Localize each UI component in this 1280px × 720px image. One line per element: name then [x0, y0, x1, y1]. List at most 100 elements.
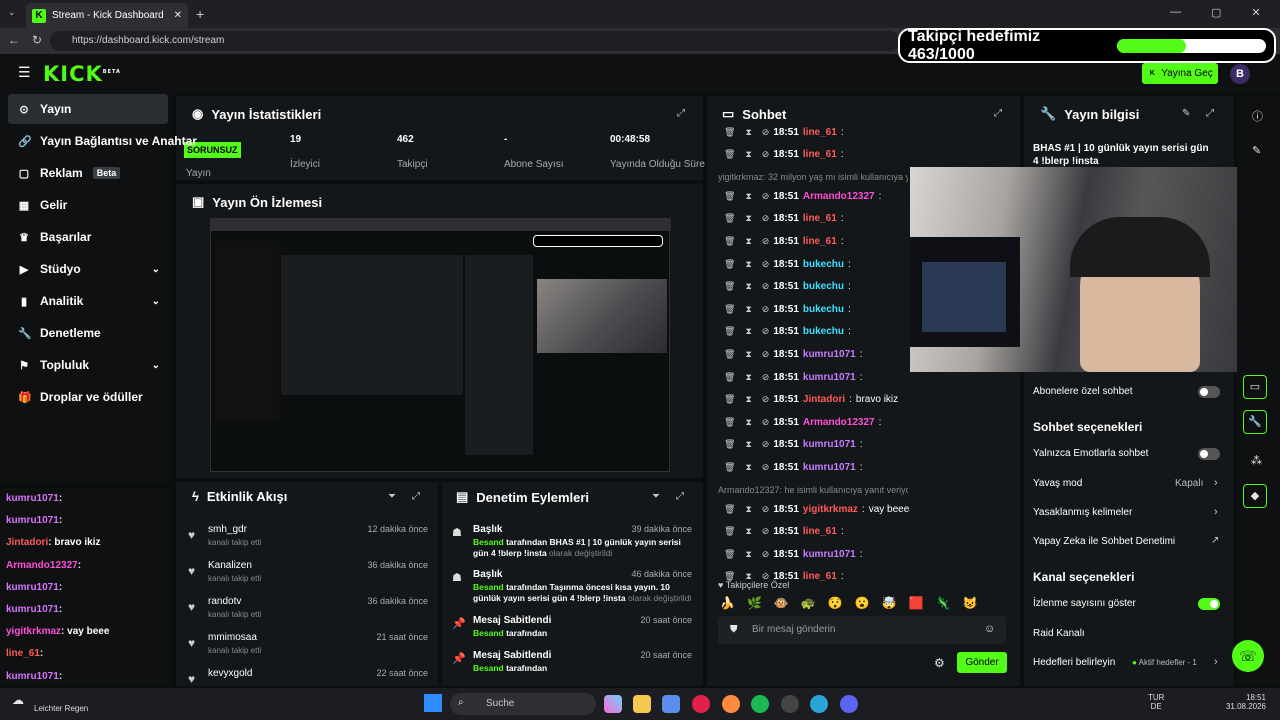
edge-icon[interactable] — [810, 695, 828, 713]
delete-icon[interactable]: 🗑 — [724, 127, 735, 138]
back-icon[interactable]: ← — [8, 33, 20, 47]
chat-username[interactable]: kumru1071 — [803, 549, 856, 560]
app-icon[interactable] — [722, 695, 740, 713]
delete-icon[interactable]: 🗑 — [724, 526, 735, 537]
reload-icon[interactable]: ↻ — [32, 33, 42, 47]
chat-message[interactable]: 🗑 ⧗ ⊘ 18:51 kumru1071: — [724, 367, 866, 387]
avatar[interactable]: B — [1230, 64, 1250, 84]
chat-message[interactable]: 🗑 ⧗ ⊘ 18:51 Jintadori: bravo ikiz — [724, 390, 898, 410]
filter-moderation-icon[interactable]: ⏷ — [652, 491, 660, 502]
delete-icon[interactable]: 🗑 — [724, 213, 735, 224]
chevron-down-icon[interactable]: ⌄ — [152, 264, 160, 275]
sidebar-item-4[interactable]: ♛ Başarılar — [8, 222, 168, 252]
chat-message[interactable]: 🗑 ⧗ ⊘ 18:51 kumru1071: — [724, 435, 866, 455]
delete-icon[interactable]: 🗑 — [724, 417, 735, 428]
drops-icon[interactable]: ◆ — [1243, 484, 1267, 508]
chat-message[interactable]: 🗑 ⧗ ⊘ 18:51 yigitkrkmaz: vay beee — [724, 499, 909, 519]
copilot-icon[interactable] — [604, 695, 622, 713]
sidebar-item-6[interactable]: ▮ Analitik ⌄ — [8, 286, 168, 316]
chat-username[interactable]: line_61 — [803, 571, 837, 582]
chat-message[interactable]: 🗑 ⧗ ⊘ 18:51 line_61: — [724, 522, 848, 542]
sidebar-item-7[interactable]: 🔧 Denetleme — [8, 318, 168, 348]
expand-stats-icon[interactable]: ⤢ — [677, 108, 685, 119]
wrench-tool-icon[interactable]: 🔧 — [1243, 410, 1267, 434]
sidebar-item-8[interactable]: ⚑ Topluluk ⌄ — [8, 350, 168, 380]
info-icon[interactable]: ⓘ — [1252, 108, 1263, 124]
stream-preview[interactable] — [210, 218, 671, 472]
start-icon[interactable] — [424, 694, 442, 712]
spotify-icon[interactable] — [751, 695, 769, 713]
chat-username[interactable]: bukechu — [803, 259, 844, 270]
chat-username[interactable]: bukechu — [803, 281, 844, 292]
timeout-icon[interactable]: ⧗ — [745, 417, 751, 428]
timeout-icon[interactable]: ⧗ — [745, 549, 751, 560]
chat-username[interactable]: kumru1071 — [803, 439, 856, 450]
discord-icon[interactable] — [840, 695, 858, 713]
chat-username[interactable]: bukechu — [803, 326, 844, 337]
folder-icon[interactable] — [633, 695, 651, 713]
timeout-icon[interactable]: ⧗ — [745, 504, 751, 515]
chat-settings-icon[interactable]: ⚙ — [934, 656, 945, 670]
chat-message[interactable]: 🗑 ⧗ ⊘ 18:51 line_61: — [724, 567, 848, 587]
expand-activity-icon[interactable]: ⤢ — [412, 491, 420, 502]
delete-icon[interactable]: 🗑 — [724, 349, 735, 360]
chat-username[interactable]: line_61 — [803, 236, 837, 247]
sidebar-item-2[interactable]: ▢ Reklam Beta — [8, 158, 168, 188]
timeout-icon[interactable]: ⧗ — [745, 213, 751, 224]
kick-logo[interactable]: KICKBETA — [43, 62, 121, 86]
chat-username[interactable]: line_61 — [803, 127, 837, 138]
raid-row[interactable]: Raid Kanalı — [1033, 628, 1085, 639]
chat-input[interactable]: ⛊ Bir mesaj gönderin ☺ — [718, 616, 1006, 644]
menu-icon[interactable]: ☰ — [18, 64, 31, 81]
timeout-icon[interactable]: ⧗ — [745, 191, 751, 202]
delete-icon[interactable]: 🗑 — [724, 462, 735, 473]
sidebar-item-1[interactable]: 🔗 Yayın Bağlantısı ve Anahtar — [8, 126, 197, 156]
timeout-icon[interactable]: ⧗ — [745, 462, 751, 473]
sidebar-item-9[interactable]: 🎁 Droplar ve ödüller — [8, 382, 168, 412]
timeout-icon[interactable]: ⧗ — [745, 259, 751, 270]
chat-message[interactable]: 🗑 ⧗ ⊘ 18:51 line_61: — [724, 231, 848, 251]
chat-message[interactable]: 🗑 ⧗ ⊘ 18:51 bukechu: — [724, 322, 855, 342]
timeout-icon[interactable]: ⧗ — [745, 149, 751, 160]
delete-icon[interactable]: 🗑 — [724, 191, 735, 202]
ban-icon[interactable]: ⊘ — [762, 526, 770, 537]
chat-message[interactable]: 🗑 ⧗ ⊘ 18:51 Armando12327: — [724, 412, 885, 432]
ban-icon[interactable]: ⊘ — [762, 304, 770, 315]
chat-username[interactable]: Jintadori — [803, 394, 845, 405]
chat-username[interactable]: line_61 — [803, 526, 837, 537]
ban-icon[interactable]: ⊘ — [762, 281, 770, 292]
browser-tab[interactable]: K Stream - Kick Dashboard ✕ — [26, 3, 188, 28]
timeout-icon[interactable]: ⧗ — [745, 349, 751, 360]
sidebar-item-5[interactable]: ▶ Stüdyo ⌄ — [8, 254, 168, 284]
opera-icon[interactable] — [692, 695, 710, 713]
ban-icon[interactable]: ⊘ — [762, 259, 770, 270]
url-input[interactable]: https://dashboard.kick.com/stream — [50, 31, 900, 51]
close-tab-icon[interactable]: ✕ — [174, 10, 182, 21]
chat-username[interactable]: kumru1071 — [803, 349, 856, 360]
timeout-icon[interactable]: ⧗ — [745, 281, 751, 292]
chat-username[interactable]: yigitkrkmaz — [803, 504, 858, 515]
ban-icon[interactable]: ⊘ — [762, 462, 770, 473]
ai-moderation-row[interactable]: Yapay Zeka ile Sohbet Denetimi — [1033, 536, 1175, 547]
timeout-icon[interactable]: ⧗ — [745, 304, 751, 315]
chat-tool-icon[interactable]: ▭ — [1243, 375, 1267, 399]
timeout-icon[interactable]: ⧗ — [745, 571, 751, 582]
ban-icon[interactable]: ⊘ — [762, 326, 770, 337]
ban-icon[interactable]: ⊘ — [762, 417, 770, 428]
delete-icon[interactable]: 🗑 — [724, 549, 735, 560]
banned-words-row[interactable]: Yasaklanmış kelimeler — [1033, 507, 1132, 518]
chat-message[interactable]: 🗑 ⧗ ⊘ 18:51 kumru1071: — [724, 457, 866, 477]
sidebar-item-0[interactable]: ⊙ Yayın — [8, 94, 168, 124]
chat-message[interactable]: 🗑 ⧗ ⊘ 18:51 bukechu: — [724, 277, 855, 297]
slow-mode-row[interactable]: Yavaş mod — [1033, 478, 1082, 489]
store-icon[interactable] — [662, 695, 680, 713]
chat-message[interactable]: 🗑 ⧗ ⊘ 18:51 line_61: — [724, 122, 848, 142]
timeout-icon[interactable]: ⧗ — [745, 439, 751, 450]
show-viewers-toggle[interactable] — [1198, 598, 1220, 610]
expand-moderation-icon[interactable]: ⤢ — [676, 491, 684, 502]
chat-username[interactable]: kumru1071 — [803, 462, 856, 473]
chat-message[interactable]: 🗑 ⧗ ⊘ 18:51 kumru1071: — [724, 344, 866, 364]
ban-icon[interactable]: ⊘ — [762, 504, 770, 515]
ban-icon[interactable]: ⊘ — [762, 549, 770, 560]
help-button[interactable]: ☏ — [1232, 640, 1264, 672]
